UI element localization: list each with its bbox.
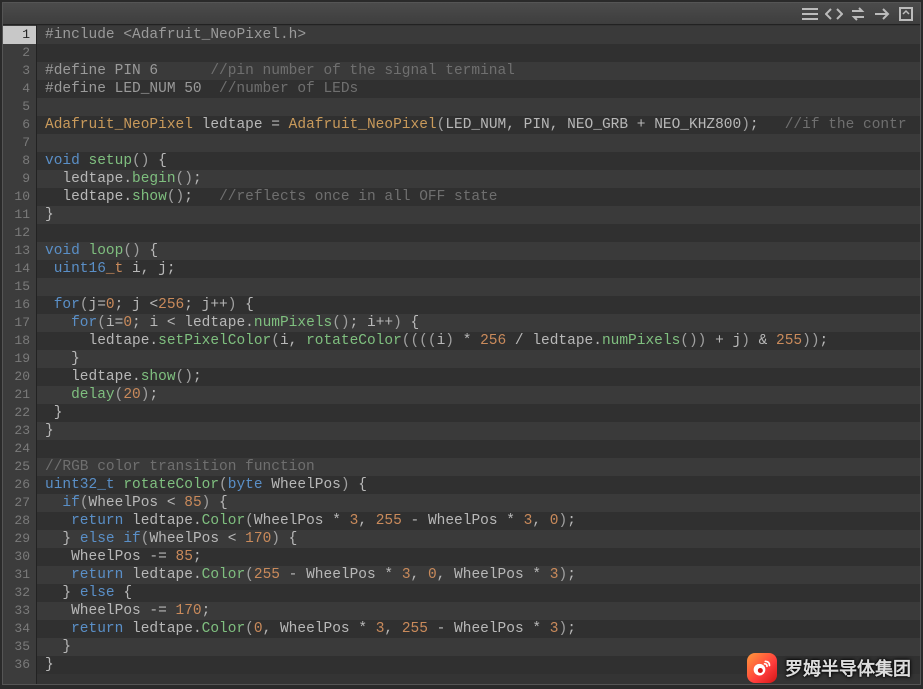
code-line[interactable]: WheelPos -= 85; bbox=[37, 548, 920, 566]
code-line[interactable]: return ledtape.Color(0, WheelPos * 3, 25… bbox=[37, 620, 920, 638]
code-line[interactable]: Adafruit_NeoPixel ledtape = Adafruit_Neo… bbox=[37, 116, 920, 134]
line-number: 17 bbox=[3, 314, 36, 332]
code-line[interactable]: for(j=0; j <256; j++) { bbox=[37, 296, 920, 314]
code-line[interactable] bbox=[37, 44, 920, 62]
code-line[interactable]: uint32_t rotateColor(byte WheelPos) { bbox=[37, 476, 920, 494]
line-number: 6 bbox=[3, 116, 36, 134]
line-number: 19 bbox=[3, 350, 36, 368]
code-line[interactable]: } bbox=[37, 422, 920, 440]
line-number: 4 bbox=[3, 80, 36, 98]
code-editor[interactable]: 1234567891011121314151617181920212223242… bbox=[3, 25, 920, 684]
arrow-right-icon[interactable] bbox=[872, 5, 892, 23]
line-number: 5 bbox=[3, 98, 36, 116]
code-line[interactable]: ledtape.show(); //reflects once in all O… bbox=[37, 188, 920, 206]
code-line[interactable]: } bbox=[37, 350, 920, 368]
line-number: 36 bbox=[3, 656, 36, 674]
line-number: 25 bbox=[3, 458, 36, 476]
code-line[interactable]: for(i=0; i < ledtape.numPixels(); i++) { bbox=[37, 314, 920, 332]
editor-window: 1234567891011121314151617181920212223242… bbox=[2, 2, 921, 685]
code-line[interactable]: } else if(WheelPos < 170) { bbox=[37, 530, 920, 548]
code-line[interactable]: //RGB color transition function bbox=[37, 458, 920, 476]
line-number: 14 bbox=[3, 260, 36, 278]
code-line[interactable]: uint16_t i, j; bbox=[37, 260, 920, 278]
line-number: 24 bbox=[3, 440, 36, 458]
code-line[interactable] bbox=[37, 98, 920, 116]
line-number: 9 bbox=[3, 170, 36, 188]
code-line[interactable]: } bbox=[37, 656, 920, 674]
line-number: 32 bbox=[3, 584, 36, 602]
line-number: 31 bbox=[3, 566, 36, 584]
line-number: 21 bbox=[3, 386, 36, 404]
line-number: 16 bbox=[3, 296, 36, 314]
code-line[interactable]: ledtape.show(); bbox=[37, 368, 920, 386]
code-line[interactable]: } bbox=[37, 404, 920, 422]
code-line[interactable]: #include <Adafruit_NeoPixel.h> bbox=[37, 26, 920, 44]
line-number: 7 bbox=[3, 134, 36, 152]
line-number: 28 bbox=[3, 512, 36, 530]
line-number: 35 bbox=[3, 638, 36, 656]
code-line[interactable] bbox=[37, 134, 920, 152]
code-line[interactable]: void loop() { bbox=[37, 242, 920, 260]
swap-icon[interactable] bbox=[848, 5, 868, 23]
line-number: 34 bbox=[3, 620, 36, 638]
line-number: 3 bbox=[3, 62, 36, 80]
code-line[interactable]: void setup() { bbox=[37, 152, 920, 170]
line-number: 12 bbox=[3, 224, 36, 242]
line-number: 29 bbox=[3, 530, 36, 548]
code-line[interactable]: #define PIN 6 //pin number of the signal… bbox=[37, 62, 920, 80]
line-number: 27 bbox=[3, 494, 36, 512]
code-line[interactable] bbox=[37, 278, 920, 296]
line-number: 18 bbox=[3, 332, 36, 350]
code-line[interactable]: delay(20); bbox=[37, 386, 920, 404]
code-line[interactable]: } else { bbox=[37, 584, 920, 602]
line-number: 10 bbox=[3, 188, 36, 206]
code-icon[interactable] bbox=[824, 5, 844, 23]
code-line[interactable]: } bbox=[37, 206, 920, 224]
line-number: 11 bbox=[3, 206, 36, 224]
code-line[interactable] bbox=[37, 440, 920, 458]
line-number: 1 bbox=[3, 26, 36, 44]
code-line[interactable]: return ledtape.Color(WheelPos * 3, 255 -… bbox=[37, 512, 920, 530]
code-area[interactable]: #include <Adafruit_NeoPixel.h> #define PI… bbox=[37, 25, 920, 684]
line-number-gutter: 1234567891011121314151617181920212223242… bbox=[3, 25, 37, 684]
line-number: 33 bbox=[3, 602, 36, 620]
code-line[interactable] bbox=[37, 224, 920, 242]
code-line[interactable]: if(WheelPos < 85) { bbox=[37, 494, 920, 512]
line-number: 23 bbox=[3, 422, 36, 440]
hamburger-icon[interactable] bbox=[800, 5, 820, 23]
code-line[interactable]: WheelPos -= 170; bbox=[37, 602, 920, 620]
line-number: 26 bbox=[3, 476, 36, 494]
line-number: 13 bbox=[3, 242, 36, 260]
line-number: 2 bbox=[3, 44, 36, 62]
code-line[interactable]: #define LED_NUM 50 //number of LEDs bbox=[37, 80, 920, 98]
code-line[interactable]: } bbox=[37, 638, 920, 656]
expand-icon[interactable] bbox=[896, 5, 916, 23]
line-number: 22 bbox=[3, 404, 36, 422]
editor-toolbar bbox=[3, 3, 920, 25]
line-number: 8 bbox=[3, 152, 36, 170]
line-number: 30 bbox=[3, 548, 36, 566]
code-line[interactable]: return ledtape.Color(255 - WheelPos * 3,… bbox=[37, 566, 920, 584]
code-line[interactable]: ledtape.setPixelColor(i, rotateColor((((… bbox=[37, 332, 920, 350]
line-number: 15 bbox=[3, 278, 36, 296]
code-line[interactable]: ledtape.begin(); bbox=[37, 170, 920, 188]
line-number: 20 bbox=[3, 368, 36, 386]
